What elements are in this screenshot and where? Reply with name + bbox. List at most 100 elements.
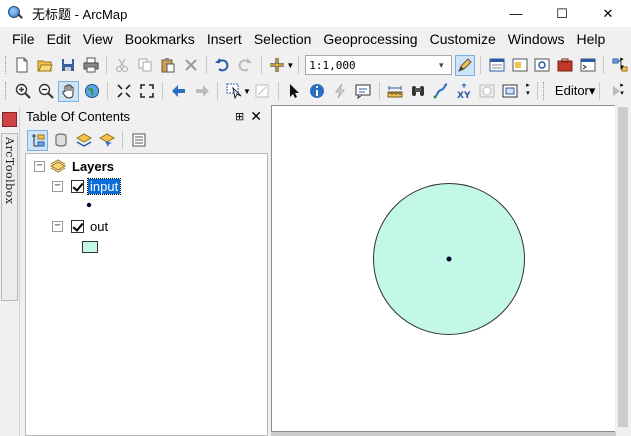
menu-geoprocessing[interactable]: Geoprocessing (317, 28, 423, 50)
add-data-button[interactable] (267, 55, 288, 76)
map-horizontal-scrollbar[interactable] (271, 432, 616, 436)
search-window-icon (534, 58, 550, 72)
layer-symbol-row[interactable] (84, 196, 94, 214)
new-document-button[interactable] (12, 55, 33, 76)
map-canvas[interactable] (272, 106, 615, 431)
python-window-button[interactable] (577, 55, 598, 76)
hyperlink-button[interactable] (330, 81, 351, 102)
input-point-feature[interactable] (446, 256, 452, 262)
catalog-icon (512, 58, 528, 72)
menu-view[interactable]: View (77, 28, 119, 50)
layer-symbol-row[interactable] (82, 238, 98, 256)
save-button[interactable] (58, 55, 79, 76)
create-viewer-window-button[interactable] (500, 81, 521, 102)
copy-button[interactable] (135, 55, 156, 76)
pan-button[interactable] (58, 80, 79, 102)
editor-menu-button[interactable]: Editor▾ (555, 83, 596, 99)
print-icon (83, 57, 99, 73)
editor-toolbar-toggle[interactable] (454, 54, 476, 76)
layer-name-input[interactable]: input (86, 177, 122, 195)
menu-edit[interactable]: Edit (41, 28, 77, 50)
toolbar-grip[interactable] (542, 82, 546, 100)
map-scale-combobox[interactable]: ▾ (305, 55, 452, 75)
layers-root-row[interactable]: − Layers (34, 157, 114, 175)
undo-button[interactable] (212, 55, 233, 76)
menu-selection[interactable]: Selection (248, 28, 318, 50)
map-display[interactable] (271, 105, 616, 432)
cut-icon (116, 58, 129, 72)
close-button[interactable]: ✕ (585, 0, 631, 27)
options-list-icon (132, 133, 145, 147)
toolbox-icon[interactable] (2, 112, 17, 127)
search-window-button[interactable] (532, 55, 553, 76)
collapse-icon[interactable]: − (52, 220, 63, 232)
map-scale-input[interactable] (306, 56, 433, 74)
minimize-button[interactable]: — (493, 0, 539, 27)
toolbar-separator (599, 82, 601, 100)
paste-button[interactable] (158, 55, 179, 76)
window-title: 无标题 - ArcMap (32, 7, 128, 22)
zoom-out-button[interactable] (35, 81, 56, 102)
menu-bookmarks[interactable]: Bookmarks (119, 28, 201, 50)
menu-windows[interactable]: Windows (502, 28, 571, 50)
toolbar-overflow-icon[interactable]: ▸ ▾ (617, 56, 627, 74)
add-data-dropdown-icon[interactable]: ▼ (286, 61, 294, 70)
toolbar-grip[interactable] (5, 56, 8, 74)
select-dropdown-icon[interactable]: ▼ (243, 87, 251, 96)
identify-button[interactable] (307, 81, 328, 102)
go-back-extent-button[interactable] (168, 81, 189, 102)
chevron-down-icon[interactable]: ▾ (432, 60, 450, 71)
pin-icon[interactable]: ⊞ (235, 110, 244, 123)
close-icon[interactable]: ✕ (250, 108, 262, 125)
full-extent-button[interactable] (81, 81, 102, 102)
menu-customize[interactable]: Customize (424, 28, 502, 50)
list-by-visibility-button[interactable] (73, 130, 94, 151)
select-elements-button[interactable] (284, 81, 305, 102)
toolbar-overflow-icon[interactable]: ▸ ▾ (617, 82, 627, 100)
delete-button[interactable] (180, 55, 201, 76)
go-to-xy-button[interactable]: XY (454, 81, 475, 102)
find-button[interactable] (408, 81, 429, 102)
pan-hand-icon (61, 84, 73, 99)
select-features-button[interactable] (223, 81, 244, 102)
go-forward-extent-button[interactable] (191, 81, 212, 102)
layer-row-input[interactable]: − input (52, 177, 122, 195)
list-by-selection-button[interactable] (96, 130, 117, 151)
cut-button[interactable] (112, 55, 133, 76)
collapse-icon[interactable]: − (34, 160, 45, 172)
arctoolbox-window-button[interactable] (555, 55, 576, 76)
layer-row-out[interactable]: − out (52, 217, 110, 235)
toc-options-button[interactable] (128, 130, 149, 151)
layer-name-out[interactable]: out (88, 219, 110, 234)
layer-visibility-checkbox[interactable] (71, 179, 84, 193)
maximize-button[interactable]: ☐ (539, 0, 585, 27)
menu-file[interactable]: File (6, 28, 41, 50)
redo-button[interactable] (235, 55, 256, 76)
catalog-window-button[interactable] (509, 55, 530, 76)
toolbar-grip[interactable] (5, 82, 8, 100)
measure-button[interactable] (385, 81, 406, 102)
collapse-icon[interactable]: − (52, 180, 63, 192)
list-by-source-button[interactable] (50, 130, 71, 151)
print-button[interactable] (80, 55, 101, 76)
binoculars-icon (412, 86, 425, 96)
html-popup-button[interactable] (353, 81, 374, 102)
zoom-in-button[interactable] (12, 81, 33, 102)
find-route-button[interactable] (431, 81, 452, 102)
open-button[interactable] (35, 55, 56, 76)
toolbar-overflow-icon[interactable]: ▸ ▾ (523, 82, 533, 100)
map-vertical-scrollbar[interactable] (615, 105, 631, 432)
table-of-contents-window-button[interactable] (486, 55, 507, 76)
fixed-zoom-out-button[interactable] (136, 81, 157, 102)
menu-insert[interactable]: Insert (201, 28, 248, 50)
layer-visibility-checkbox[interactable] (71, 219, 84, 233)
table-of-contents-panel: Table Of Contents ⊞ ✕ − Layers − input − (22, 105, 268, 436)
menu-help[interactable]: Help (571, 28, 612, 50)
fixed-zoom-in-button[interactable] (113, 81, 134, 102)
time-slider-button[interactable] (477, 81, 498, 102)
toolbar-separator (217, 82, 218, 100)
scrollbar-thumb[interactable] (618, 107, 628, 427)
clear-selection-button[interactable] (252, 81, 273, 102)
editor-pencil-icon (458, 58, 472, 72)
list-by-drawing-order-button[interactable] (27, 129, 48, 151)
